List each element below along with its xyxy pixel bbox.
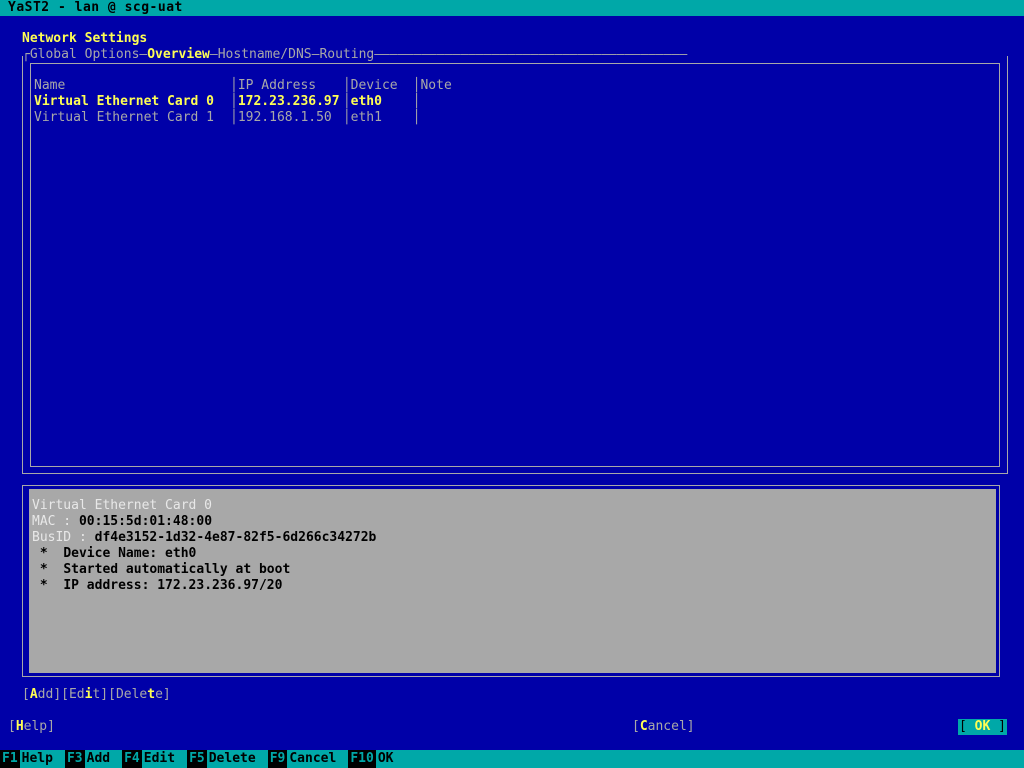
fkey-label-add[interactable]: Add xyxy=(84,750,113,768)
window-titlebar: YaST2 - lan @ scg-uat xyxy=(0,0,1024,16)
column-divider: │ xyxy=(412,78,421,93)
bracket-open: [ xyxy=(8,719,16,734)
function-key-bar: F1 Help F3 Add F4 Edit F5 Delete F9 Cancel F1… xyxy=(0,750,1024,768)
fkey-f3[interactable]: F3 xyxy=(64,750,85,768)
detail-busid-line: BusID : df4e3152-1d32-4e87-82f5-6d266c34… xyxy=(32,530,994,546)
bracket-close: ] xyxy=(686,719,695,734)
cell-name: Virtual Ethernet Card 1 xyxy=(34,110,222,125)
cancel-label-post: ancel xyxy=(647,719,687,734)
fkey-gap xyxy=(55,750,65,768)
fkey-f10[interactable]: F10 xyxy=(348,750,376,768)
delete-button[interactable]: [Delete] xyxy=(108,687,171,702)
bracket-close: ] xyxy=(990,719,1006,734)
column-header-name: Name xyxy=(34,78,222,93)
ok-button[interactable]: [ OK ] xyxy=(958,719,1007,735)
table-body: Name │IP Address │Device │Note Virtual Et… xyxy=(34,78,997,126)
column-divider: │ xyxy=(230,94,238,109)
cell-ip-address: 192.168.1.50 xyxy=(237,110,340,125)
fkey-label-help[interactable]: Help xyxy=(19,750,55,768)
bullet-icon: * xyxy=(32,546,64,561)
add-button[interactable]: [Add] xyxy=(22,687,61,702)
column-divider: │ xyxy=(230,78,238,93)
help-hotkey: H xyxy=(15,719,24,734)
delete-hotkey: t xyxy=(147,687,156,702)
device-detail-panel: Virtual Ethernet Card 0 MAC : 00:15:5d:01… xyxy=(22,485,1000,677)
network-cards-table[interactable]: Name │IP Address │Device │Note Virtual Et… xyxy=(30,63,1000,467)
column-divider: │ xyxy=(342,110,351,125)
bracket-open: [ xyxy=(22,687,30,702)
edit-label-pre: Ed xyxy=(68,687,85,702)
column-header-note: Note xyxy=(420,78,452,93)
bracket-close: ] xyxy=(100,687,109,702)
column-divider: │ xyxy=(342,94,351,109)
bullet-icon: * xyxy=(32,562,64,577)
fkey-gap xyxy=(112,750,122,768)
table-row[interactable]: Virtual Ethernet Card 1 │192.168.1.50 │e… xyxy=(34,110,997,126)
fkey-label-cancel[interactable]: Cancel xyxy=(287,750,339,768)
bracket-open: [ xyxy=(61,687,69,702)
cell-name: Virtual Ethernet Card 0 xyxy=(34,94,222,109)
bracket-close: ] xyxy=(162,687,171,702)
cancel-hotkey: C xyxy=(639,719,648,734)
detail-mac-label: MAC : xyxy=(32,514,79,529)
bracket-open: [ xyxy=(108,687,116,702)
table-header-row: Name │IP Address │Device │Note xyxy=(34,78,997,94)
fkey-f9[interactable]: F9 xyxy=(267,750,288,768)
cell-device: eth1 xyxy=(350,110,406,125)
detail-bullet-text: Device Name: eth0 xyxy=(63,546,197,561)
ok-button-label: OK xyxy=(974,719,991,734)
column-divider: │ xyxy=(412,94,421,109)
cancel-button[interactable]: [Cancel] xyxy=(632,719,695,735)
add-label-post: dd xyxy=(37,687,54,702)
delete-label-pre: Dele xyxy=(115,687,148,702)
fkey-f1[interactable]: F1 xyxy=(0,750,20,768)
fkey-label-delete[interactable]: Delete xyxy=(206,750,258,768)
bracket-close: ] xyxy=(53,687,62,702)
detail-bullet-text: Started automatically at boot xyxy=(63,562,291,577)
fkey-gap xyxy=(338,750,348,768)
bullet-icon: * xyxy=(32,578,64,593)
table-row[interactable]: Virtual Ethernet Card 0 │172.23.236.97 │e… xyxy=(34,94,997,110)
fkey-f4[interactable]: F4 xyxy=(122,750,142,768)
table-action-buttons: [Add][Edit][Delete] xyxy=(22,687,171,703)
add-hotkey: A xyxy=(29,687,38,702)
detail-mac-value: 00:15:5d:01:48:00 xyxy=(78,514,213,529)
detail-scrollbar[interactable] xyxy=(26,489,29,673)
cell-ip-address: 172.23.236.97 xyxy=(237,94,340,109)
column-header-device: Device xyxy=(350,78,406,93)
bracket-open: [ xyxy=(959,719,975,734)
terminal-screen: YaST2 - lan @ scg-uat Network Settings ┌… xyxy=(0,0,1024,768)
delete-label-post: e xyxy=(155,687,163,702)
cell-device: eth0 xyxy=(350,94,406,109)
bracket-close: ] xyxy=(47,719,55,734)
detail-bullet-text: IP address: 172.23.236.97/20 xyxy=(63,578,283,593)
detail-card-title: Virtual Ethernet Card 0 xyxy=(32,498,213,513)
bracket-open: [ xyxy=(632,719,640,734)
device-detail-content[interactable]: Virtual Ethernet Card 0 MAC : 00:15:5d:01… xyxy=(26,489,996,673)
fkey-gap xyxy=(258,750,268,768)
fkey-gap xyxy=(177,750,187,768)
detail-bullet-item: * Device Name: eth0 xyxy=(32,546,994,562)
detail-bullet-item: * IP address: 172.23.236.97/20 xyxy=(32,578,994,594)
detail-mac-line: MAC : 00:15:5d:01:48:00 xyxy=(32,514,994,530)
detail-lines: Virtual Ethernet Card 0 MAC : 00:15:5d:01… xyxy=(32,498,994,594)
help-button[interactable]: [Help] xyxy=(8,719,55,735)
edit-button[interactable]: [Edit] xyxy=(61,687,108,702)
fkey-label-edit[interactable]: Edit xyxy=(141,750,178,768)
fkey-f5[interactable]: F5 xyxy=(187,750,207,768)
column-divider: │ xyxy=(342,78,351,93)
detail-bullet-item: * Started automatically at boot xyxy=(32,562,994,578)
fkey-label-ok[interactable]: OK xyxy=(375,750,396,768)
help-label-post: elp xyxy=(23,719,48,734)
column-divider: │ xyxy=(230,110,238,125)
page-title: Network Settings xyxy=(22,31,148,46)
detail-title-line: Virtual Ethernet Card 0 xyxy=(32,498,994,514)
column-header-ip-address: IP Address xyxy=(237,78,340,93)
column-divider: │ xyxy=(412,110,421,125)
detail-busid-label: BusID : xyxy=(32,530,95,545)
detail-busid-value: df4e3152-1d32-4e87-82f5-6d266c34272b xyxy=(94,530,377,545)
